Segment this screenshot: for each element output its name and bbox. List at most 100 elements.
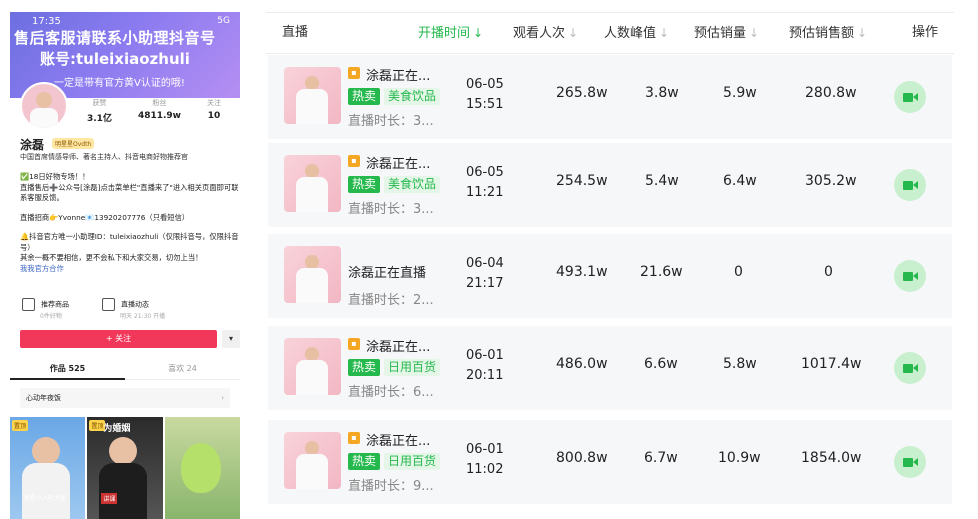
sort-arrow-icon: ↓: [749, 26, 760, 40]
category-tag: 日用百货: [384, 359, 441, 376]
cart-icon: ▪: [348, 67, 360, 79]
col-sales[interactable]: 预估销量 ↓: [694, 13, 759, 54]
avatar[interactable]: [20, 82, 68, 130]
live-duration: 直播时长：2...: [348, 293, 434, 308]
collection-bar[interactable]: 心动年夜饭 ›: [20, 388, 230, 408]
live-duration: 直播时长：3...: [348, 114, 434, 129]
pinned-badge: 置顶: [12, 420, 29, 431]
video-thumb[interactable]: 置顶 涂磊小人叭大家: [10, 417, 86, 519]
peak-value: 6.7w: [644, 450, 678, 466]
sales-value: 0: [734, 264, 743, 280]
hot-tag: 热卖: [348, 359, 381, 376]
live-title[interactable]: 涂磊正在...: [366, 65, 430, 84]
follow-button[interactable]: + 关注: [20, 330, 217, 348]
banner-line-3: 一定是带有官方黄V认证的哦!: [54, 78, 185, 89]
profile-stats: 获赞 3.1亿 粉丝 4811.9w 关注 10: [74, 98, 234, 124]
table-row[interactable]: ▪ 涂磊正在... 热卖 美食饮品 直播时长：3... 06-05 15:51 26…: [268, 55, 952, 139]
stat-fans[interactable]: 粉丝 4811.9w: [138, 98, 181, 124]
stat-likes: 获赞 3.1亿: [87, 99, 112, 124]
live-cover[interactable]: [284, 155, 341, 212]
table-row[interactable]: ▪ 涂磊正在... 热卖 日用百货 直播时长：9... 06-01 11:02 80…: [268, 420, 952, 504]
profile-bio: ✅18日好物专场！！ 直播售后➕公众号[涂磊]点击菜单栏"直播来了"进入相关页面…: [20, 172, 240, 274]
start-time: 06-01 20:11: [466, 348, 504, 383]
cart-icon: ▪: [348, 432, 360, 444]
recommend-products-entry[interactable]: 推荐商品 0件好物: [22, 298, 69, 320]
live-title[interactable]: 涂磊正在...: [366, 336, 430, 355]
live-title[interactable]: 涂磊正在...: [366, 153, 430, 172]
chevron-right-icon: ›: [221, 394, 224, 402]
category-tag: 美食饮品: [384, 176, 441, 193]
revenue-value: 280.8w: [805, 85, 857, 101]
start-time: 06-05 11:21: [466, 165, 504, 200]
video-thumb[interactable]: 置顶 为婚姻 讲课: [87, 417, 163, 519]
bag-icon: [22, 298, 35, 311]
table-row[interactable]: ▪ 涂磊正在... 热卖 美食饮品 直播时长：3... 06-05 11:21 25…: [268, 143, 952, 227]
live-cover[interactable]: [284, 67, 341, 124]
revenue-value: 1854.0w: [801, 450, 862, 466]
banner-line-2: 账号:tuleixiaozhuli: [40, 50, 190, 68]
banner-line-1: 售后客服请联系小助理抖音号: [14, 29, 216, 47]
video-camera-button[interactable]: [894, 81, 926, 113]
tab-likes[interactable]: 喜欢 24: [125, 360, 240, 380]
sort-arrow-icon: ↓: [568, 26, 579, 40]
start-time: 06-01 11:02: [466, 442, 504, 477]
views-value: 265.8w: [556, 85, 608, 101]
start-time: 06-04 21:17: [466, 256, 504, 291]
live-title[interactable]: 涂磊正在...: [366, 430, 430, 449]
peak-value: 3.8w: [645, 85, 679, 101]
hot-tag: 热卖: [348, 88, 381, 105]
video-camera-button[interactable]: [894, 446, 926, 478]
video-camera-button[interactable]: [894, 352, 926, 384]
sales-value: 10.9w: [718, 450, 761, 466]
bio-link[interactable]: 我我官方合作: [20, 264, 240, 275]
col-live: 直播: [282, 25, 309, 40]
profile-tabs: 作品 525 喜欢 24: [10, 360, 240, 380]
status-time: 17:35: [32, 16, 61, 27]
more-dropdown-button[interactable]: ▾: [222, 330, 240, 348]
calendar-icon: [102, 298, 115, 311]
stat-following[interactable]: 关注 10: [207, 98, 221, 124]
live-cover[interactable]: [284, 432, 341, 489]
video-camera-icon: [903, 458, 913, 467]
video-camera-icon: [903, 364, 913, 373]
peak-value: 6.6w: [644, 356, 678, 372]
peak-value: 21.6w: [640, 264, 683, 280]
revenue-value: 1017.4w: [801, 356, 862, 372]
hot-tag: 热卖: [348, 176, 381, 193]
col-peak[interactable]: 人数峰值 ↓: [604, 13, 669, 54]
category-tag: 美食饮品: [384, 88, 441, 105]
video-camera-button[interactable]: [894, 169, 926, 201]
verified-badge: 明星星Ovdth: [52, 138, 95, 149]
revenue-value: 0: [824, 264, 833, 280]
live-title[interactable]: 涂磊正在直播: [348, 262, 426, 281]
live-updates-entry[interactable]: 直播动态 明天 21:30 开播: [102, 298, 165, 320]
hot-tag: 热卖: [348, 453, 381, 470]
start-time: 06-05 15:51: [466, 77, 504, 112]
category-tag: 日用百货: [384, 453, 441, 470]
video-camera-button[interactable]: [894, 260, 926, 292]
cart-icon: ▪: [348, 338, 360, 350]
sales-value: 6.4w: [723, 173, 757, 189]
live-cover[interactable]: [284, 338, 341, 395]
video-camera-icon: [903, 272, 913, 281]
cart-icon: ▪: [348, 155, 360, 167]
sort-arrow-icon: ↓: [857, 26, 868, 40]
video-camera-icon: [903, 181, 913, 190]
sort-arrow-icon: ↓: [659, 26, 670, 40]
sales-value: 5.8w: [723, 356, 757, 372]
tab-works[interactable]: 作品 525: [10, 360, 125, 380]
sales-value: 5.9w: [723, 85, 757, 101]
col-views[interactable]: 观看人次 ↓: [513, 13, 578, 54]
col-start-time[interactable]: 开播时间 ↓: [418, 13, 483, 54]
views-value: 486.0w: [556, 356, 608, 372]
status-network: 5G: [217, 16, 230, 26]
video-thumb[interactable]: [164, 417, 240, 519]
live-duration: 直播时长：9...: [348, 479, 434, 494]
table-row[interactable]: ▪ 涂磊正在... 热卖 日用百货 直播时长：6... 06-01 20:11 48…: [268, 326, 952, 410]
live-cover[interactable]: [284, 246, 341, 303]
views-value: 800.8w: [556, 450, 608, 466]
table-row[interactable]: 涂磊正在直播 直播时长：2... 06-04 21:17 493.1w 21.6w…: [268, 234, 952, 318]
col-action: 操作: [912, 25, 939, 40]
col-revenue[interactable]: 预估销售额 ↓: [789, 13, 867, 54]
sort-arrow-icon: ↓: [473, 26, 484, 40]
